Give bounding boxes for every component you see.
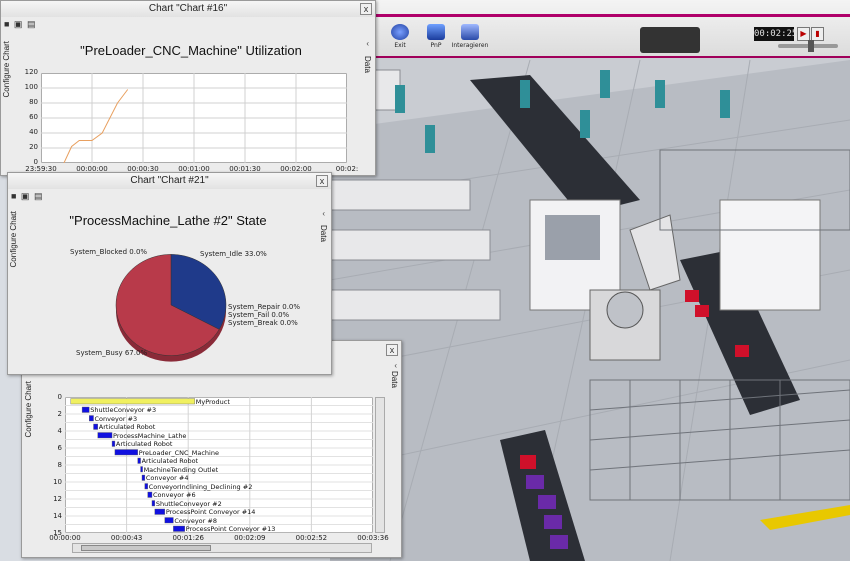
pie-svg [115, 254, 227, 362]
y-tick-label: 12 [53, 495, 62, 503]
gantt-bar [137, 457, 141, 464]
y-tick-label: 2 [57, 410, 62, 418]
close-button[interactable]: x [360, 3, 372, 15]
gantt-bar-label: Articulated Robot [98, 423, 156, 431]
y-tick-label: 6 [57, 444, 62, 452]
simulation-control-panel [640, 27, 700, 53]
gantt-bar-label: Articulated Robot [141, 457, 199, 465]
utilization-line [63, 89, 129, 163]
gantt-bar [144, 483, 148, 490]
pie-slice-label: System_Blocked 0.0% [70, 248, 148, 256]
simulator-toolbar: Exit PnP Interagieren 00:02:25 ▶ ▮ [376, 0, 850, 58]
gantt-bar-label: Conveyor #8 [174, 516, 217, 525]
gantt-bar [114, 449, 138, 456]
gantt-bar [147, 491, 153, 498]
play-button[interactable]: ▶ [797, 27, 810, 41]
y-tick-label: 10 [53, 478, 62, 486]
y-tick-label: 4 [57, 427, 62, 435]
chart-mini-toolbar[interactable]: ■ ▣ ▤ [4, 19, 36, 31]
x-tick-label: 00:02: [335, 165, 359, 173]
step-icon: ▮ [815, 29, 820, 38]
gantt-bar [151, 500, 156, 507]
interact-button-label: Interagieren [451, 42, 489, 49]
gantt-bar [141, 474, 146, 481]
data-tab[interactable]: Data [363, 56, 372, 73]
y-tick-label: 15 [53, 529, 62, 537]
chart-title: "PreLoader_CNC_Machine" Utilization [80, 43, 302, 58]
y-tick-label: 60 [29, 113, 38, 121]
gantt-bar-label: Conveyor #3 [94, 414, 138, 423]
gantt-bar [173, 525, 185, 532]
gantt-bar-label: ShuttleConveyor #3 [90, 406, 157, 414]
horizontal-scrollbar[interactable] [72, 543, 372, 553]
interact-button[interactable]: Interagieren [448, 24, 492, 54]
speed-slider-knob[interactable] [808, 40, 814, 52]
pie-slice-label: System_Fail 0.0% [228, 311, 290, 319]
y-tick-label: 80 [29, 98, 38, 106]
pie-slice-label: System_Break 0.0% [228, 319, 298, 327]
pie-slice-label: System_Repair 0.0% [228, 303, 301, 311]
line-chart-svg [41, 73, 347, 163]
step-button[interactable]: ▮ [811, 27, 824, 41]
gantt-bar-label: Conveyor #6 [152, 491, 196, 499]
chevron-left-icon[interactable]: ‹ [394, 361, 397, 370]
scrollbar-thumb[interactable] [81, 545, 211, 551]
gantt-bar [164, 517, 174, 524]
y-tick-label: 0 [57, 393, 62, 401]
data-tab[interactable]: Data [390, 371, 399, 388]
y-tick-label: 120 [24, 68, 38, 76]
x-tick-label: 00:03:36 [357, 534, 389, 542]
chart-window-utilization: Chart "Chart #16" x ■ ▣ ▤ Configure Char… [0, 0, 376, 176]
configure-chart-tab[interactable]: Configure Chart [2, 41, 11, 97]
gantt-bar-label: ConveyorInclining_Declining #2 [148, 482, 253, 491]
exit-button[interactable]: Exit [382, 24, 418, 54]
toolbar-accent-line [376, 14, 850, 17]
window-title-bar[interactable]: Chart "Chart #16" x [1, 1, 375, 17]
exit-icon [391, 24, 409, 40]
play-icon: ▶ [800, 29, 807, 38]
chevron-left-icon[interactable]: ‹ [366, 39, 369, 48]
gantt-bar [70, 398, 195, 405]
pnp-button-label: PnP [430, 42, 442, 49]
gantt-bar-label: ProcessPoint Conveyor #13 [185, 525, 276, 533]
x-tick-label: 00:02:52 [295, 534, 328, 542]
gantt-bar-label: PreLoader_CNC_Machine [138, 448, 219, 457]
y-tick-label: 100 [24, 83, 38, 91]
gantt-bar [81, 406, 90, 413]
simulation-clock: 00:02:25 [754, 27, 798, 41]
y-tick-label: 40 [29, 128, 38, 136]
configure-chart-tab[interactable]: Configure Chart [24, 381, 33, 437]
gantt-bar-label: Articulated Robot [115, 440, 173, 448]
gantt-bar-label: Conveyor #4 [145, 474, 189, 482]
gantt-bar-label: ShuttleConveyor #2 [155, 499, 222, 508]
gantt-bar [89, 415, 94, 422]
pie-slice-label: System_Idle 33.0% [200, 250, 267, 258]
y-tick-label: 20 [29, 143, 38, 151]
gantt-bar [111, 440, 116, 447]
x-tick-label: 00:00:43 [110, 534, 143, 542]
y-tick-label: 8 [57, 461, 62, 469]
y-tick-label: 14 [53, 512, 62, 520]
window-title: Chart "Chart #16" [148, 3, 228, 14]
gantt-bar [93, 423, 98, 430]
interact-icon [461, 24, 479, 40]
factory-3d-view[interactable] [330, 0, 850, 561]
chart-window-state: Chart "Chart #21" x ■ ▣ ▤ Configure Char… [7, 172, 332, 375]
pnp-icon [427, 24, 445, 40]
x-tick-label: 00:01:26 [172, 534, 204, 542]
gantt-bar-label: MyProduct [195, 397, 230, 406]
speed-slider[interactable] [778, 40, 838, 52]
x-tick-label: 00:02:09 [234, 534, 266, 542]
gantt-bar-label: MachineTending Outlet [143, 465, 219, 474]
gantt-bar [97, 432, 113, 439]
gantt-bar [154, 508, 166, 515]
gantt-bar [140, 466, 143, 473]
gantt-bar-label: ProcessPoint Conveyor #14 [165, 508, 256, 516]
pie-slice-label: System_Busy 67.0% [76, 349, 148, 357]
gantt-bar-label: ProcessMachine_Lathe [113, 431, 187, 440]
close-button[interactable]: x [386, 344, 398, 356]
vertical-scrollbar[interactable] [375, 397, 385, 533]
exit-button-label: Exit [394, 42, 406, 49]
